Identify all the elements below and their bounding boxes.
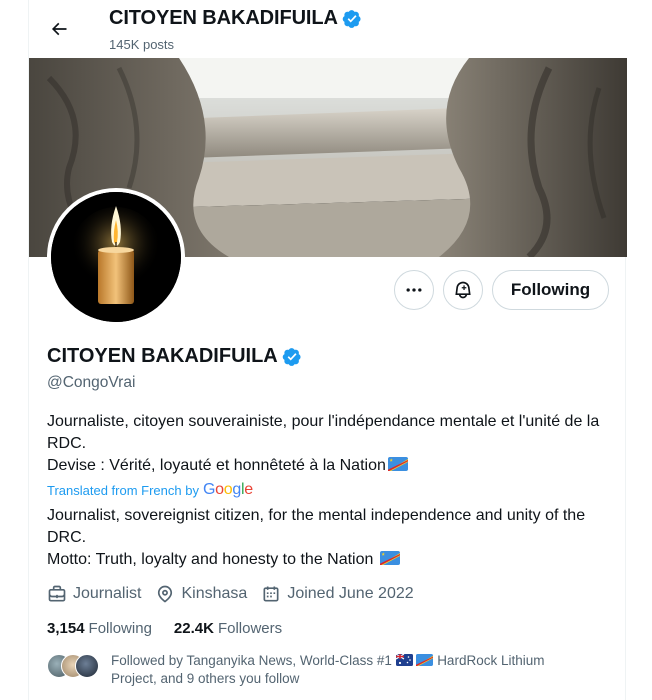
profession-text: Journalist	[73, 585, 142, 602]
following-count: 3,154	[47, 620, 85, 637]
australia-flag-icon	[395, 654, 413, 666]
verified-badge-icon	[342, 9, 361, 28]
bio-translated-line1: Journalist, sovereignist citizen, for th…	[47, 507, 586, 546]
drc-flag-icon	[387, 457, 408, 471]
bio-original-line1: Journaliste, citoyen souverainiste, pour…	[47, 413, 600, 452]
bio-translated: Journalist, sovereignist citizen, for th…	[47, 505, 607, 571]
followed-by-prefix: Followed by Tanganyika News, World-Class…	[111, 653, 392, 668]
bio-translated-line2-wrap: Motto: Truth, loyalty and honesty to the…	[47, 549, 607, 571]
followers-label: Followers	[217, 620, 283, 637]
header-title-text: CITOYEN BAKADIFUILA	[109, 7, 338, 29]
candle-image	[51, 192, 181, 322]
display-name-text: CITOYEN BAKADIFUILA	[47, 345, 278, 367]
bio-original: Journaliste, citoyen souverainiste, pour…	[47, 411, 607, 477]
follower-avatar	[75, 654, 99, 678]
bio-original-line2: Devise : Vérité, loyauté et honnêteté à …	[47, 457, 386, 474]
translation-attribution: Translated from French by Google	[47, 481, 253, 499]
followed-by-text: Followed by Tanganyika News, World-Class…	[111, 652, 581, 688]
post-count: 145K posts	[109, 37, 175, 52]
back-arrow-icon	[51, 22, 67, 36]
header-title: CITOYEN BAKADIFUILA	[109, 7, 362, 30]
more-dots-icon	[406, 288, 422, 292]
following-button[interactable]: Following	[492, 270, 609, 310]
profile-meta: Journalist Kinshasa Joined June 2022	[47, 584, 428, 604]
avatar-image	[51, 192, 181, 322]
location: Kinshasa	[155, 584, 247, 604]
avatar[interactable]	[47, 188, 185, 326]
handle: @CongoVrai	[47, 374, 136, 391]
top-bar: CITOYEN BAKADIFUILA 145K posts	[29, 0, 627, 58]
drc-flag-icon	[416, 654, 434, 666]
profession: Journalist	[47, 584, 141, 604]
drc-flag-icon	[379, 551, 400, 565]
bio-original-line2-wrap: Devise : Vérité, loyauté et honnêteté à …	[47, 455, 607, 477]
followers-count: 22.4K	[173, 620, 214, 637]
join-date-text: Joined June 2022	[287, 585, 414, 602]
location-text: Kinshasa	[181, 585, 248, 602]
translated-label: Translated from French by	[47, 482, 199, 498]
join-date: Joined June 2022	[261, 584, 414, 604]
bio-translated-line2: Motto: Truth, loyalty and honesty to the…	[47, 551, 374, 568]
followed-by-avatars	[47, 654, 105, 680]
google-logo: Google	[202, 481, 253, 498]
bell-plus-icon	[455, 281, 471, 299]
briefcase-icon	[48, 585, 66, 602]
more-button[interactable]	[394, 270, 434, 310]
following-link[interactable]: 3,154 Following	[47, 620, 152, 637]
verified-badge-icon[interactable]	[282, 347, 302, 367]
back-button[interactable]	[43, 13, 75, 45]
profile-column: CITOYEN BAKADIFUILA 145K posts Following…	[28, 0, 627, 700]
followed-by[interactable]: Followed by Tanganyika News, World-Class…	[47, 652, 581, 688]
following-label: Following	[88, 620, 152, 637]
follow-stats: 3,154 Following 22.4K Followers	[47, 620, 304, 637]
location-pin-icon	[158, 585, 173, 603]
notifications-button[interactable]	[443, 270, 483, 310]
followers-link[interactable]: 22.4K Followers	[174, 620, 282, 637]
calendar-icon	[263, 586, 279, 602]
display-name: CITOYEN BAKADIFUILA	[47, 345, 302, 368]
